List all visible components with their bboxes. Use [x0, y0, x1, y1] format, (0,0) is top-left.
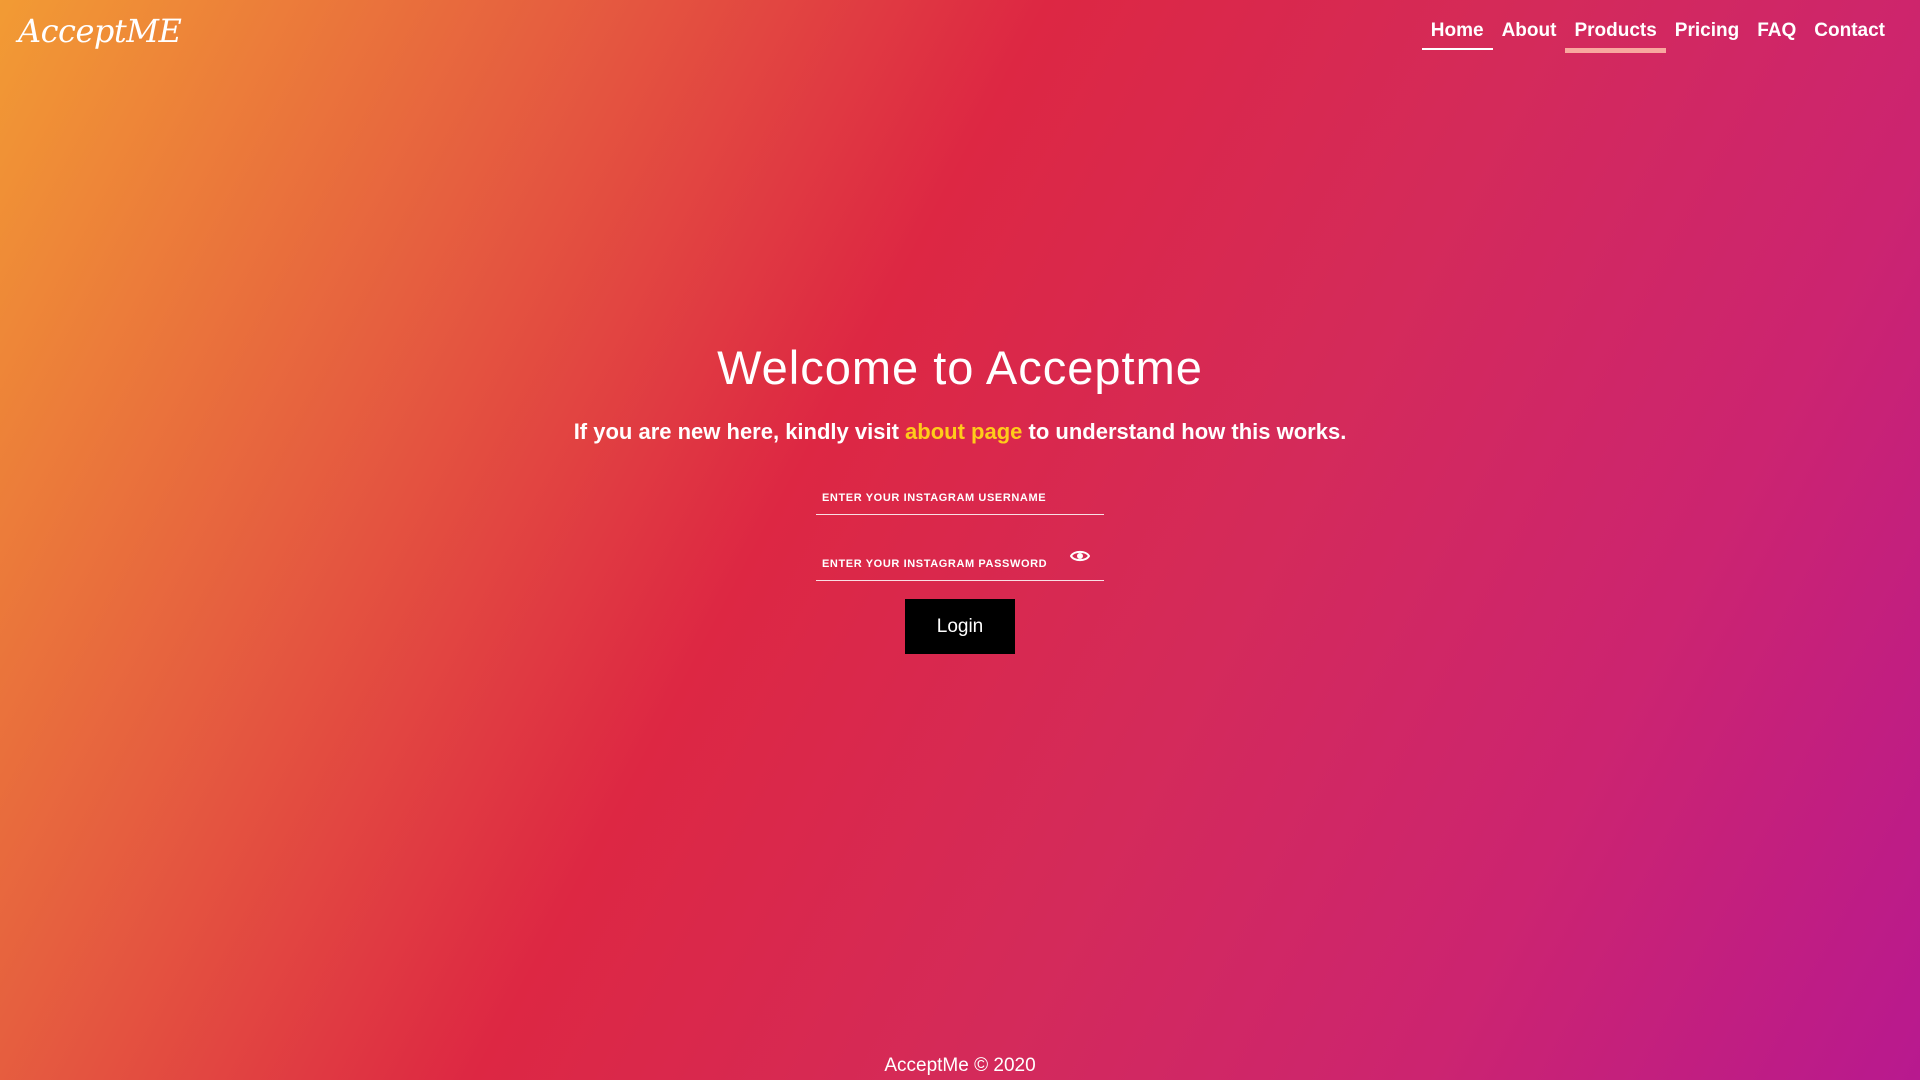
nav-contact[interactable]: Contact [1805, 18, 1894, 52]
about-page-link[interactable]: about page [905, 419, 1022, 444]
nav-home[interactable]: Home [1421, 18, 1493, 52]
nav-about[interactable]: About [1493, 18, 1566, 52]
page-title: Welcome to Acceptme [717, 341, 1203, 394]
password-input[interactable] [816, 533, 1104, 580]
nav-faq[interactable]: FAQ [1748, 18, 1805, 52]
username-input[interactable] [816, 467, 1104, 514]
logo[interactable]: AcceptME [18, 12, 182, 50]
login-button[interactable]: Login [905, 599, 1015, 654]
nav-pricing[interactable]: Pricing [1666, 18, 1748, 52]
main-nav: Home About Products Pricing FAQ Contact [1421, 18, 1894, 53]
intro-text: If you are new here, kindly visit about … [0, 419, 1920, 445]
password-field-wrapper [816, 533, 1104, 581]
intro-prefix: If you are new here, kindly visit [573, 419, 899, 444]
login-form: Login [816, 467, 1104, 654]
eye-icon[interactable] [1070, 549, 1090, 563]
nav-products[interactable]: Products [1565, 18, 1667, 53]
intro-suffix: to understand how this works. [1028, 419, 1347, 444]
username-field-wrapper [816, 467, 1104, 515]
footer-copyright: AcceptMe © 2020 [884, 1055, 1036, 1076]
login-section: Welcome to Acceptme If you are new here,… [0, 340, 1920, 654]
